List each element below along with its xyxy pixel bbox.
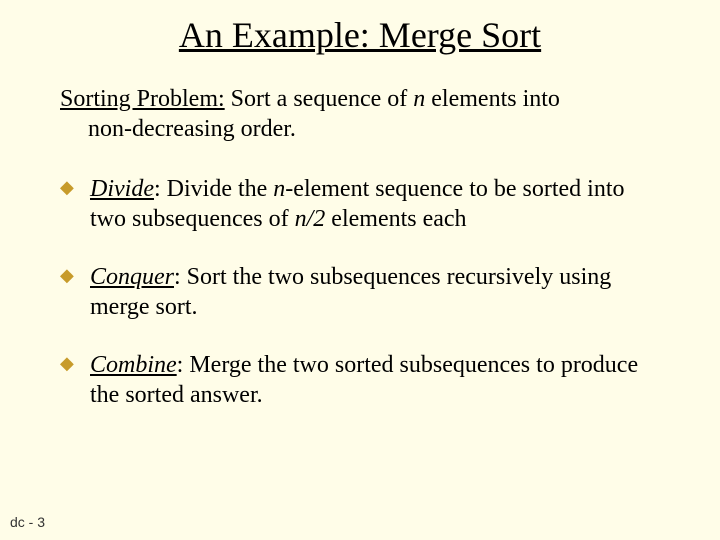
slide-title: An Example: Merge Sort: [0, 0, 720, 56]
problem-line2: non-decreasing order.: [60, 114, 660, 144]
bullet-divide: Divide: Divide the n-element sequence to…: [60, 174, 660, 234]
bullet-colon: :: [154, 176, 161, 202]
problem-text-2: elements into: [425, 86, 560, 112]
bullet-i2: n/2: [295, 206, 326, 232]
bullet-lead: Divide: [90, 176, 154, 202]
problem-italic-1: n: [413, 86, 425, 112]
sorting-problem: Sorting Problem: Sort a sequence of n el…: [60, 84, 660, 144]
slide-footer: dc - 3: [10, 514, 45, 530]
bullet-t3: elements each: [325, 206, 466, 232]
bullet-i1: n: [273, 176, 285, 202]
bullet-lead: Conquer: [90, 264, 174, 290]
slide: An Example: Merge Sort Sorting Problem: …: [0, 0, 720, 540]
bullet-colon: :: [174, 264, 181, 290]
bullet-conquer: Conquer: Sort the two subsequences recur…: [60, 262, 660, 322]
bullet-t1: Divide the: [161, 176, 274, 202]
bullet-combine: Combine: Merge the two sorted subsequenc…: [60, 350, 660, 410]
problem-text-1: Sort a sequence of: [225, 86, 414, 112]
bullet-lead: Combine: [90, 352, 177, 378]
bullet-list: Divide: Divide the n-element sequence to…: [60, 174, 660, 410]
problem-lead: Sorting Problem:: [60, 86, 225, 112]
slide-content: Sorting Problem: Sort a sequence of n el…: [0, 84, 720, 410]
